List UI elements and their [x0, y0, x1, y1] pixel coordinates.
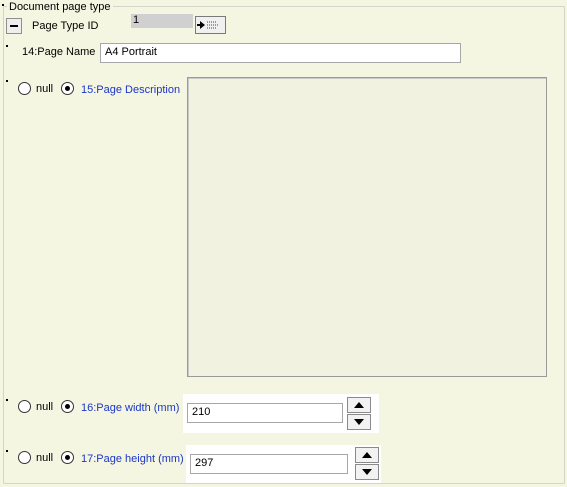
page-height-label: 17:Page height (mm) — [81, 453, 184, 465]
page-width-decrement-button[interactable] — [347, 414, 371, 430]
triangle-up-icon — [354, 402, 364, 408]
group-title: Document page type — [7, 0, 113, 14]
page-type-id-label: Page Type ID — [32, 20, 99, 32]
goto-record-button[interactable] — [195, 16, 226, 34]
row-marker — [6, 45, 8, 47]
page-width-label: 16:Page width (mm) — [81, 402, 180, 414]
page-width-null-label: null — [36, 401, 54, 413]
page-height-value-radio[interactable] — [61, 451, 74, 464]
page-height-decrement-button[interactable] — [355, 464, 379, 480]
page-width-input[interactable]: 210 — [187, 403, 343, 423]
page-height-null-radio[interactable] — [18, 451, 31, 464]
arrow-right-icon — [197, 21, 218, 29]
row-marker — [6, 399, 8, 401]
page-description-null-radio[interactable] — [18, 82, 31, 95]
row-marker — [6, 450, 8, 452]
collapse-button[interactable] — [6, 18, 22, 34]
page-description-value-radio[interactable] — [61, 82, 74, 95]
page-height-input[interactable]: 297 — [190, 454, 348, 474]
triangle-up-icon — [362, 452, 372, 458]
page-name-input[interactable]: A4 Portrait — [100, 43, 461, 63]
page-width-increment-button[interactable] — [347, 397, 371, 413]
row-marker — [2, 4, 4, 6]
triangle-down-icon — [354, 419, 364, 425]
page-description-textarea[interactable] — [187, 77, 547, 377]
triangle-down-icon — [362, 469, 372, 475]
page-description-label: 15:Page Description — [81, 84, 181, 96]
page-height-increment-button[interactable] — [355, 447, 379, 463]
row-marker — [6, 80, 8, 82]
page-description-null-label: null — [36, 83, 54, 95]
page-name-label: 14:Page Name — [22, 46, 96, 58]
page-type-id-value: 1 — [131, 14, 193, 28]
page-height-null-label: null — [36, 452, 54, 464]
page-width-null-radio[interactable] — [18, 400, 31, 413]
page-width-value-radio[interactable] — [61, 400, 74, 413]
